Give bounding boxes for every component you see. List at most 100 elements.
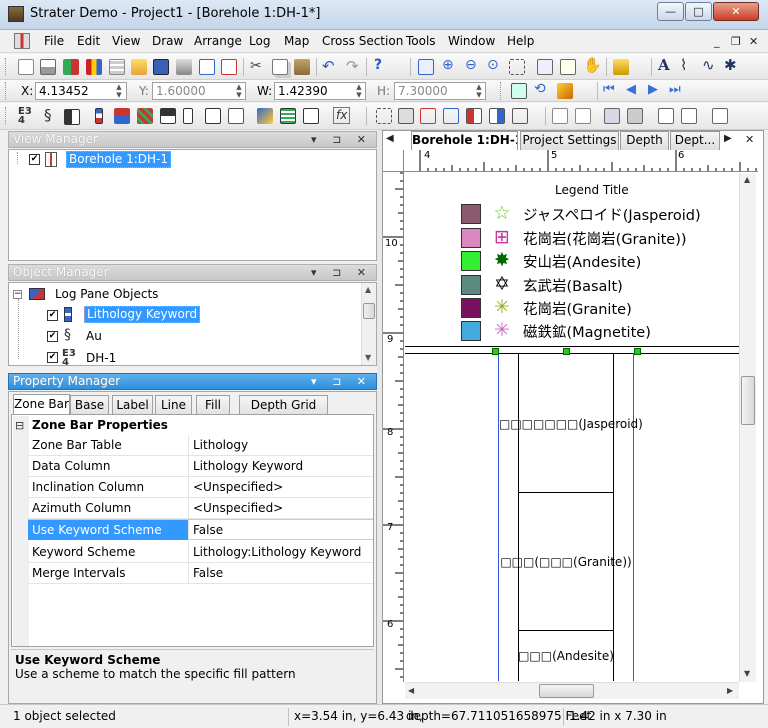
new-icon[interactable] <box>18 59 34 75</box>
mdi-restore-button[interactable]: ❐ <box>731 35 741 48</box>
menu-edit[interactable]: Edit <box>77 34 100 48</box>
property-row[interactable]: Inclination Column <Unspecified> <box>28 477 373 498</box>
bar-log-icon[interactable] <box>64 109 80 125</box>
property-row[interactable]: Azimuth Column <Unspecified> <box>28 498 373 519</box>
zoom-rect-icon[interactable]: ⊙ <box>487 57 499 73</box>
object-item-dh1[interactable]: DH-1 <box>86 351 116 365</box>
paste-icon[interactable] <box>294 59 310 75</box>
property-value[interactable]: False <box>193 523 223 537</box>
scroll-thumb[interactable] <box>363 303 375 319</box>
panel-controls[interactable]: ▾ ⊐ ✕ <box>311 265 372 280</box>
height-field[interactable]: 7.30000 <box>394 82 486 100</box>
close-button[interactable]: ✕ <box>713 2 759 21</box>
au-checkbox[interactable]: ✔ <box>47 331 58 342</box>
scheme-icon[interactable] <box>552 108 568 124</box>
y-coordinate-field[interactable]: 1.60000 <box>152 82 246 100</box>
height-spinner[interactable]: ▲ ▼ <box>474 83 484 99</box>
select-all-icon[interactable] <box>376 108 392 124</box>
object-item-au[interactable]: Au <box>86 329 102 343</box>
copy-icon[interactable] <box>272 59 288 75</box>
tab-label[interactable]: Label <box>112 395 153 414</box>
percentage-log-icon[interactable] <box>160 108 176 124</box>
report-icon[interactable] <box>712 108 728 124</box>
template-icon[interactable] <box>681 108 697 124</box>
toolbar-grip[interactable] <box>500 82 503 100</box>
post-log-icon[interactable] <box>280 108 296 124</box>
tab-close-icon[interactable]: ✕ <box>745 133 754 146</box>
menu-help[interactable]: Help <box>507 34 534 48</box>
view-item-checkbox[interactable]: ✔ <box>29 154 40 165</box>
text-log-icon[interactable] <box>205 108 221 124</box>
distribute-icon[interactable] <box>443 108 459 124</box>
tab-scroll-right-icon[interactable]: ▶ <box>724 133 732 144</box>
panel-controls[interactable]: ▾ ⊐ ✕ <box>311 132 372 147</box>
forward-icon[interactable] <box>512 108 528 124</box>
scroll-up-icon[interactable]: ▲ <box>365 285 371 294</box>
width-field[interactable]: 1.42390 <box>274 82 366 100</box>
mdi-close-button[interactable]: ✕ <box>749 35 758 48</box>
new-table-icon[interactable] <box>86 59 102 75</box>
property-value[interactable]: False <box>193 566 223 580</box>
scroll-right-icon[interactable]: ▶ <box>727 686 733 695</box>
import-icon[interactable] <box>199 59 215 75</box>
tab-base[interactable]: Base <box>70 395 109 414</box>
zoom-in-icon[interactable]: ⊕ <box>442 57 454 73</box>
menu-tools[interactable]: Tools <box>406 34 436 48</box>
menu-window[interactable]: Window <box>448 34 495 48</box>
select-arrow-icon[interactable] <box>418 59 434 75</box>
export-icon[interactable] <box>221 59 237 75</box>
new-map-icon[interactable] <box>63 59 79 75</box>
map-frame-icon[interactable] <box>627 108 643 124</box>
object-manager-scrollbar[interactable]: ▲ ▼ <box>361 283 376 365</box>
back-icon[interactable] <box>489 108 505 124</box>
width-spinner[interactable]: ▲ ▼ <box>354 83 364 99</box>
document-vertical-scrollbar[interactable]: ▲ ▼ <box>739 173 756 682</box>
polygon-tool-icon[interactable]: ⌇ <box>680 56 687 74</box>
redo-icon[interactable]: ↷ <box>346 57 359 75</box>
scroll-thumb[interactable] <box>741 376 755 425</box>
pan-hand-icon[interactable]: ✋ <box>583 56 602 74</box>
tab-line[interactable]: Line <box>155 395 192 414</box>
legend-icon[interactable] <box>604 108 620 124</box>
x-spinner[interactable]: ▲ ▼ <box>114 83 124 99</box>
print-icon[interactable] <box>176 59 192 75</box>
property-value[interactable]: Lithology Keyword <box>193 459 303 473</box>
toolbar-grip[interactable] <box>5 58 8 76</box>
undo-icon[interactable]: ↶ <box>322 57 335 75</box>
lithology-keyword-checkbox[interactable]: ✔ <box>47 310 58 321</box>
object-item-lithology-keyword[interactable]: Lithology Keyword <box>84 306 201 323</box>
text-tool-icon[interactable]: A <box>658 56 670 74</box>
panel-controls[interactable]: ▾ ⊐ ✕ <box>311 374 372 389</box>
depth-log-icon[interactable]: E3 4 <box>18 107 32 126</box>
view-item-borehole[interactable]: Borehole 1:DH-1 <box>66 151 172 168</box>
brush-icon[interactable] <box>557 83 573 99</box>
symbol-tool-icon[interactable]: ✱ <box>724 56 737 74</box>
front-icon[interactable] <box>466 108 482 124</box>
selection-handle[interactable] <box>634 348 641 355</box>
zoom-selection-icon[interactable] <box>560 59 576 75</box>
worksheet-icon[interactable] <box>109 59 125 75</box>
scroll-left-icon[interactable]: ◀ <box>408 686 414 695</box>
toolbar-grip[interactable] <box>5 107 8 125</box>
maximize-button[interactable]: □ <box>685 2 712 21</box>
property-row[interactable]: Data Column Lithology Keyword <box>28 456 373 477</box>
tab-depth-grid-line[interactable]: Depth Grid Line <box>239 395 328 430</box>
property-value[interactable]: Lithology <box>193 438 248 452</box>
depth-log-box-icon[interactable] <box>303 108 319 124</box>
document-horizontal-scrollbar[interactable]: ◀ ▶ <box>405 682 739 699</box>
doc-tab-borehole[interactable]: Borehole 1:DH-1* <box>411 131 518 150</box>
help-icon[interactable]: ? <box>374 57 382 73</box>
mdi-minimize-button[interactable]: _ <box>714 35 720 48</box>
group-icon[interactable] <box>398 108 414 124</box>
lithology-icon[interactable] <box>114 108 130 124</box>
menu-cross-section[interactable]: Cross Section <box>322 34 403 48</box>
first-page-icon[interactable]: ⏮ <box>603 82 615 97</box>
selection-handle[interactable] <box>492 348 499 355</box>
page-icon[interactable] <box>658 108 674 124</box>
rotate-icon[interactable]: ⟲ <box>534 81 546 97</box>
scroll-down-icon[interactable]: ▼ <box>744 669 750 678</box>
grid-icon[interactable] <box>511 83 527 99</box>
new-borehole-icon[interactable] <box>40 59 56 75</box>
save-icon[interactable] <box>153 59 169 75</box>
table-icon[interactable] <box>575 108 591 124</box>
